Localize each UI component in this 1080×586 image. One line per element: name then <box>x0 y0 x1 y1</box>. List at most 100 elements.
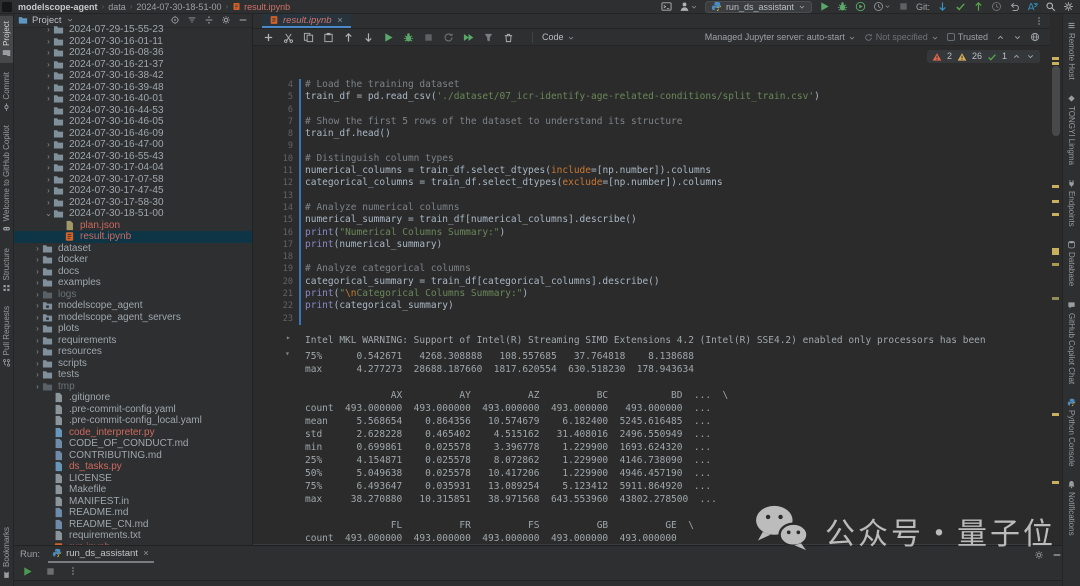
tree-chevron-icon[interactable]: › <box>33 370 42 379</box>
tree-item[interactable]: 2024-07-30-16-46-09 <box>14 128 252 140</box>
tree-item[interactable]: MANIFEST.in <box>14 496 252 508</box>
tree-item[interactable]: README.md <box>14 507 252 519</box>
tree-item[interactable]: ⌄2024-07-30-18-51-00 <box>14 208 252 220</box>
breadcrumb[interactable]: modelscope-agent›data›2024-07-30-18-51-0… <box>18 2 290 12</box>
tree-item[interactable]: ›2024-07-30-16-38-42 <box>14 70 252 82</box>
tree-item[interactable]: CONTRIBUTING.md <box>14 450 252 462</box>
tool-stripe-python-console[interactable]: Python Console <box>1065 393 1078 471</box>
tree-chevron-icon[interactable]: › <box>44 198 53 207</box>
breadcrumb-item[interactable]: data <box>108 2 126 12</box>
tree-item[interactable]: LICENSE <box>14 473 252 485</box>
tree-chevron-icon[interactable]: › <box>33 278 42 287</box>
tool-stripe-notifications[interactable]: Notifications <box>1065 475 1078 541</box>
tree-item[interactable]: ›modelscope_agent <box>14 300 252 312</box>
tree-chevron-icon[interactable]: › <box>33 244 42 253</box>
tree-item[interactable]: ›docs <box>14 266 252 278</box>
tree-chevron-icon[interactable]: ⌄ <box>44 209 53 218</box>
tree-item[interactable]: code_interpreter.py <box>14 427 252 439</box>
move-up-icon[interactable] <box>343 31 354 41</box>
tree-item[interactable]: .pre-commit-config_local.yaml <box>14 415 252 427</box>
tool-stripe-tongyi-lingma[interactable]: TONGYI Lingma <box>1065 89 1078 170</box>
tool-stripe-pull-requests[interactable]: Pull Requests <box>0 301 13 372</box>
tree-chevron-icon[interactable]: › <box>44 186 53 195</box>
tab-options-kebab-icon[interactable] <box>1034 14 1050 28</box>
tree-item[interactable]: ›examples <box>14 277 252 289</box>
tree-item[interactable]: ›logs <box>14 289 252 301</box>
git-commit-icon[interactable] <box>955 1 966 12</box>
tool-stripe-welcome-to-github-copilot[interactable]: Welcome to GitHub Copilot <box>0 120 13 238</box>
hide-icon[interactable] <box>238 15 248 26</box>
tree-item[interactable]: ›2024-07-30-16-47-00 <box>14 139 252 151</box>
tree-item[interactable]: plan.json <box>14 220 252 232</box>
jupyter-server-select[interactable]: Managed Jupyter server: auto-start <box>705 32 856 42</box>
tree-chevron-icon[interactable]: › <box>33 301 42 310</box>
breadcrumb-file[interactable]: result.ipynb <box>232 2 290 12</box>
code-cell-1[interactable]: 4# Load the training dataset5train_df = … <box>253 79 1050 325</box>
profiler-dropdown[interactable] <box>873 1 891 12</box>
breadcrumb-item[interactable]: modelscope-agent <box>18 2 98 12</box>
tool-stripe-structure[interactable]: Structure <box>0 243 13 297</box>
rerun-button[interactable] <box>22 563 33 581</box>
tool-stripe-commit[interactable]: Commit <box>0 67 13 117</box>
tool-stripe-project[interactable]: Project <box>0 16 13 63</box>
search-icon[interactable] <box>1045 1 1056 12</box>
tool-stripe-endpoints[interactable]: Endpoints <box>1065 174 1078 232</box>
tree-item[interactable]: .pre-commit-config.yaml <box>14 404 252 416</box>
tree-item[interactable]: ›scripts <box>14 358 252 370</box>
tree-item[interactable]: ›2024-07-30-16-21-37 <box>14 59 252 71</box>
floating-settings-gear-icon[interactable] <box>1034 546 1044 564</box>
move-down-icon[interactable] <box>363 31 374 41</box>
inspections-widget[interactable]: 2 26 1 <box>927 50 1040 63</box>
tree-item[interactable]: requirements.txt <box>14 530 252 542</box>
tab-result-ipynb[interactable]: result.ipynb <box>262 14 351 28</box>
tree-chevron-icon[interactable]: › <box>33 290 42 299</box>
tree-item[interactable]: ›2024-07-30-16-55-43 <box>14 151 252 163</box>
run-tab[interactable]: run_ds_assistant <box>48 547 154 563</box>
tree-item[interactable]: CODE_OF_CONDUCT.md <box>14 438 252 450</box>
collapse-all-icon[interactable] <box>187 15 197 26</box>
tree-item[interactable]: 2024-07-30-16-44-53 <box>14 105 252 117</box>
cell-type-select[interactable]: Code <box>542 32 575 42</box>
tool-stripe-database[interactable]: Database <box>1065 235 1078 291</box>
paste-cell-icon[interactable] <box>323 31 334 41</box>
settings-icon[interactable] <box>1063 1 1074 12</box>
close-icon[interactable] <box>142 548 150 559</box>
checkbox-icon[interactable] <box>947 33 955 41</box>
tree-item[interactable]: ›2024-07-30-16-40-01 <box>14 93 252 105</box>
floating-minimize-icon[interactable] <box>1052 546 1062 564</box>
tree-item[interactable]: README_CN.md <box>14 519 252 531</box>
tree-item[interactable]: ›2024-07-30-16-39-48 <box>14 82 252 94</box>
run-icon[interactable] <box>819 1 830 12</box>
tree-item[interactable]: ›dataset <box>14 243 252 255</box>
copy-cell-icon[interactable] <box>303 31 314 41</box>
tree-item[interactable]: ›resources <box>14 346 252 358</box>
tree-chevron-icon[interactable]: › <box>44 83 53 92</box>
tree-chevron-icon[interactable]: › <box>44 175 53 184</box>
run-options-kebab-icon[interactable] <box>68 563 78 581</box>
tree-item[interactable]: ›tmp <box>14 381 252 393</box>
tree-item[interactable]: Makefile <box>14 484 252 496</box>
tree-chevron-icon[interactable]: › <box>44 152 53 161</box>
tree-item[interactable]: ›2024-07-30-17-07-58 <box>14 174 252 186</box>
locate-icon[interactable] <box>170 15 180 26</box>
tool-stripe-github-copilot-chat[interactable]: GitHub Copilot Chat <box>1065 296 1078 389</box>
rollback-icon[interactable] <box>1009 1 1020 12</box>
tree-item[interactable]: ›2024-07-30-17-47-45 <box>14 185 252 197</box>
tree-chevron-icon[interactable]: › <box>44 60 53 69</box>
tree-item[interactable]: ›2024-07-30-17-58-30 <box>14 197 252 209</box>
tree-chevron-icon[interactable]: › <box>44 163 53 172</box>
debug-icon[interactable] <box>837 1 848 12</box>
scrollbar-thumb[interactable] <box>1052 66 1060 136</box>
delete-cell-icon[interactable] <box>503 31 514 41</box>
add-cell-icon[interactable] <box>263 31 274 41</box>
run-cell-icon[interactable] <box>383 31 394 41</box>
tree-chevron-icon[interactable]: › <box>33 324 42 333</box>
tree-chevron-icon[interactable]: › <box>33 382 42 391</box>
tree-chevron-icon[interactable]: › <box>44 25 53 34</box>
tree-item[interactable]: ›2024-07-30-17-04-04 <box>14 162 252 174</box>
tree-chevron-icon[interactable]: › <box>44 37 53 46</box>
tree-item[interactable]: ›2024-07-30-16-01-11 <box>14 36 252 48</box>
expand-all-cells-icon[interactable] <box>1013 32 1022 42</box>
tree-chevron-icon[interactable]: › <box>44 94 53 103</box>
close-icon[interactable] <box>336 15 344 26</box>
